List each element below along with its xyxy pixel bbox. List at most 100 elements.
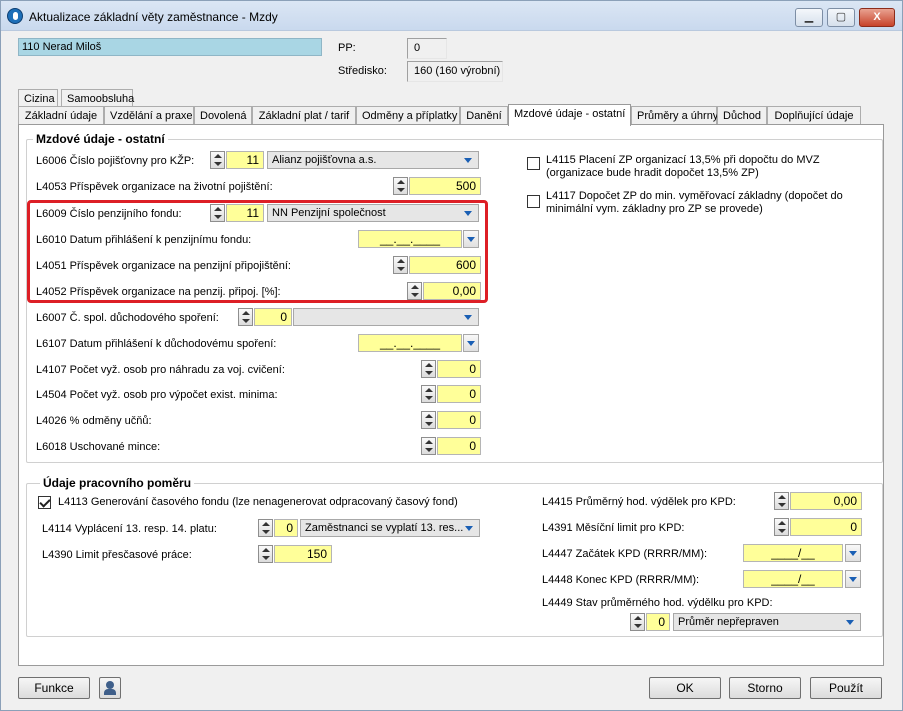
l6010-date-picker[interactable]	[463, 230, 479, 248]
tab-prumery-a-uhrny[interactable]: Průměry a úhrny	[631, 106, 718, 125]
group2-title: Údaje pracovního poměru	[40, 476, 195, 490]
application-window: Aktualizace základní věty zaměstnance - …	[0, 0, 903, 711]
l4117-label-line1: L4117 Dopočet ZP do min. vyměřovací zákl…	[546, 190, 843, 202]
l4107-spinner[interactable]	[421, 360, 436, 378]
l4026-spinner[interactable]	[421, 411, 436, 429]
l4053-spinner[interactable]	[393, 177, 408, 195]
l4391-spinner[interactable]	[774, 518, 789, 536]
l4113-checkbox[interactable]	[38, 496, 51, 509]
l4390-spinner[interactable]	[258, 545, 273, 563]
l6009-combo-value: NN Penzijní společnost	[272, 207, 386, 219]
chevron-down-icon	[465, 526, 473, 531]
l4115-checkbox[interactable]	[527, 157, 540, 170]
l6009-number[interactable]: 11	[226, 204, 264, 222]
l6107-date-picker[interactable]	[463, 334, 479, 352]
l4391-label: L4391 Měsíční limit pro KPD:	[542, 522, 685, 534]
l6007-number[interactable]: 0	[254, 308, 292, 326]
l6009-combo[interactable]: NN Penzijní společnost	[267, 204, 479, 222]
close-button[interactable]: X	[859, 8, 895, 27]
l4113-label: L4113 Generování časového fondu (lze nen…	[58, 496, 458, 508]
pp-label: PP:	[338, 42, 356, 54]
pouzit-button[interactable]: Použít	[810, 677, 882, 699]
tab-duchod[interactable]: Důchod	[717, 106, 767, 125]
app-logo-icon	[7, 8, 23, 24]
l6010-date-input[interactable]: __.__.____	[358, 230, 462, 248]
l4391-value[interactable]: 0	[790, 518, 862, 536]
l4390-value[interactable]: 150	[274, 545, 332, 563]
l4052-label: L4052 Příspěvek organizace na penzij. př…	[36, 286, 281, 298]
user-icon-button[interactable]	[99, 677, 121, 699]
l6107-date-input[interactable]: __.__.____	[358, 334, 462, 352]
l4447-label: L4447 Začátek KPD (RRRR/MM):	[542, 548, 708, 560]
l4107-value[interactable]: 0	[437, 360, 481, 378]
l4052-value[interactable]: 0,00	[423, 282, 481, 300]
group1-title: Mzdové údaje - ostatní	[33, 132, 168, 146]
l4448-input[interactable]: ____/__	[743, 570, 843, 588]
l4447-picker[interactable]	[845, 544, 861, 562]
l4504-value[interactable]: 0	[437, 385, 481, 403]
l6009-spinner[interactable]	[210, 204, 225, 222]
l6018-value[interactable]: 0	[437, 437, 481, 455]
l4114-combo[interactable]: Zaměstnanci se vyplatí 13. res...	[300, 519, 480, 537]
l4114-spinner[interactable]	[258, 519, 273, 537]
l4448-picker[interactable]	[845, 570, 861, 588]
l4114-number[interactable]: 0	[274, 519, 298, 537]
l4052-spinner[interactable]	[407, 282, 422, 300]
l4115-label-line2: (organizace bude hradit dopočet 13,5% ZP…	[546, 167, 759, 179]
l4051-value[interactable]: 600	[409, 256, 481, 274]
tab-zakladni-udaje[interactable]: Základní údaje	[18, 106, 104, 125]
l6018-label: L6018 Uschované mince:	[36, 441, 161, 453]
user-icon	[106, 681, 114, 689]
chevron-down-icon	[464, 315, 472, 320]
l4504-label: L4504 Počet vyž. osob pro výpočet exist.…	[36, 389, 278, 401]
tab-vzdelani-a-praxe[interactable]: Vzdělání a praxe	[104, 106, 194, 125]
l6007-spinner[interactable]	[238, 308, 253, 326]
tab-doplnujici-udaje[interactable]: Doplňující údaje	[767, 106, 861, 125]
stredisko-value: 160 (160 výrobní)	[407, 61, 503, 82]
tab-mzdove-udaje-ostatni[interactable]: Mzdové údaje - ostatní	[508, 104, 631, 126]
l6010-label: L6010 Datum přihlášení k penzijnímu fond…	[36, 234, 252, 246]
l4449-label: L4449 Stav průměrného hod. výdělku pro K…	[542, 597, 773, 609]
chevron-down-icon	[846, 620, 854, 625]
funkce-button[interactable]: Funkce	[18, 677, 90, 699]
l4026-value[interactable]: 0	[437, 411, 481, 429]
tab-daneni[interactable]: Danění	[460, 106, 508, 125]
l6006-label: L6006 Číslo pojišťovny pro KŽP:	[36, 155, 195, 167]
tab-zakladni-plat[interactable]: Základní plat / tarif	[252, 106, 356, 125]
l6006-number[interactable]: 11	[226, 151, 264, 169]
l6006-spinner[interactable]	[210, 151, 225, 169]
l4390-label: L4390 Limit přesčasové práce:	[42, 549, 192, 561]
storno-button[interactable]: Storno	[729, 677, 801, 699]
l4415-spinner[interactable]	[774, 492, 789, 510]
stredisko-label: Středisko:	[338, 65, 387, 77]
l4053-value[interactable]: 500	[409, 177, 481, 195]
ok-button[interactable]: OK	[649, 677, 721, 699]
l6006-combo[interactable]: Alianz pojišťovna a.s.	[267, 151, 479, 169]
tab-odmeny-a-priplatky[interactable]: Odměny a příplatky	[356, 106, 460, 125]
l4107-label: L4107 Počet vyž. osob pro náhradu za voj…	[36, 364, 285, 376]
window-title: Aktualizace základní věty zaměstnance - …	[29, 10, 278, 24]
l6007-combo[interactable]	[293, 308, 479, 326]
l4053-label: L4053 Příspěvek organizace na životní po…	[36, 181, 273, 193]
minimize-button[interactable]: ▁	[795, 8, 823, 27]
chevron-down-icon	[849, 551, 857, 556]
l4449-number[interactable]: 0	[646, 613, 670, 631]
l4504-spinner[interactable]	[421, 385, 436, 403]
l4449-combo[interactable]: Průměr nepřepraven	[673, 613, 861, 631]
l4117-checkbox[interactable]	[527, 195, 540, 208]
l4114-label: L4114 Vyplácení 13. resp. 14. platu:	[42, 523, 217, 535]
tab-dovolena[interactable]: Dovolená	[194, 106, 252, 125]
l4415-value[interactable]: 0,00	[790, 492, 862, 510]
l6018-spinner[interactable]	[421, 437, 436, 455]
user-icon-body	[104, 689, 116, 695]
l4051-spinner[interactable]	[393, 256, 408, 274]
l6107-label: L6107 Datum přihlášení k důchodovému spo…	[36, 338, 277, 350]
l4449-spinner[interactable]	[630, 613, 645, 631]
l4447-input[interactable]: ____/__	[743, 544, 843, 562]
l4448-label: L4448 Konec KPD (RRRR/MM):	[542, 574, 700, 586]
chevron-down-icon	[849, 577, 857, 582]
l6007-label: L6007 Č. spol. důchodového spoření:	[36, 312, 219, 324]
l6006-combo-value: Alianz pojišťovna a.s.	[272, 154, 377, 166]
maximize-button[interactable]: ▢	[827, 8, 855, 27]
chevron-down-icon	[464, 211, 472, 216]
